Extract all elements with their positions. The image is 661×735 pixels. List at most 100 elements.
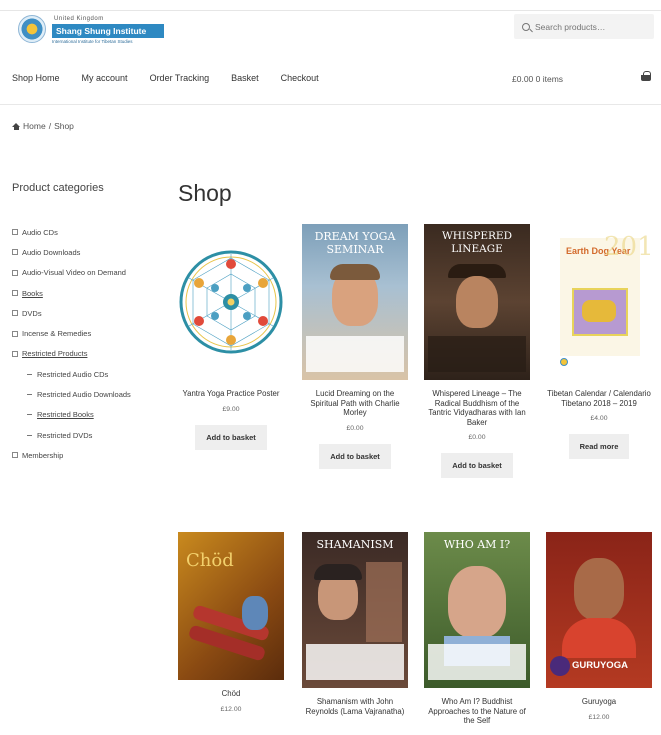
checkbox-icon[interactable] (12, 350, 18, 357)
breadcrumb: Home / Shop (12, 121, 74, 131)
checkbox-icon[interactable] (12, 269, 18, 276)
background-figure (366, 562, 402, 642)
cover-caption-band (306, 644, 404, 680)
search-box[interactable] (514, 14, 654, 39)
product-price: £12.00 (588, 713, 610, 721)
category-restricted-products[interactable]: Restricted Products (12, 344, 131, 364)
breadcrumb-current: Shop (54, 121, 74, 131)
nav-checkout[interactable]: Checkout (281, 73, 319, 83)
primary-navigation: Shop Home My account Order Tracking Bask… (12, 73, 341, 83)
category-books[interactable]: Books (12, 283, 131, 303)
logo-subtitle: United Kingdom (54, 16, 104, 22)
basket-total[interactable]: £0.00 0 items (512, 74, 563, 84)
checkbox-icon[interactable] (12, 249, 18, 256)
checkbox-icon[interactable] (12, 310, 18, 317)
search-input[interactable] (535, 21, 645, 32)
product-title[interactable]: Lucid Dreaming on the Spiritual Path wit… (302, 389, 408, 418)
search-icon (522, 22, 530, 31)
product-title[interactable]: Tibetan Calendar / Calendario Tibetano 2… (546, 389, 652, 408)
logo-title: Shang Shung Institute (52, 24, 164, 38)
add-to-basket-button[interactable]: Add to basket (441, 453, 513, 479)
cover-title: Chöd (186, 550, 234, 571)
category-restricted-dvds[interactable]: Restricted DVDs (12, 425, 131, 445)
product-image-shamanism[interactable]: SHAMANISM (302, 532, 408, 688)
portrait-face (456, 276, 498, 328)
product-title[interactable]: Guruyoga (546, 697, 652, 707)
checkbox-icon[interactable] (12, 452, 18, 459)
product-image-chod[interactable]: Chöd (178, 532, 284, 680)
product-title[interactable]: Yantra Yoga Practice Poster (178, 389, 284, 399)
breadcrumb-separator: / (48, 121, 52, 131)
category-restricted-books[interactable]: Restricted Books (12, 405, 131, 425)
page-title: Shop (178, 180, 232, 206)
nav-shop-home[interactable]: Shop Home (12, 73, 60, 83)
product-card: GURUYOGA Guruyoga £12.00 (546, 532, 652, 721)
portrait-face (448, 566, 506, 638)
product-image-tibetan-calendar[interactable]: Earth Dog Year 2018 (546, 224, 652, 380)
category-dvds[interactable]: DVDs (12, 303, 131, 323)
cover-title: WHO AM I? (443, 538, 511, 551)
site-logo[interactable]: United Kingdom Shang Shung Institute Int… (12, 14, 164, 48)
product-image-mandala[interactable] (178, 224, 284, 380)
portrait-hair (330, 264, 380, 280)
basket-icon[interactable] (641, 71, 651, 82)
subcategory-dash-icon (27, 414, 32, 416)
add-to-basket-button[interactable]: Add to basket (319, 443, 391, 469)
category-membership[interactable]: Membership (12, 445, 131, 465)
product-title[interactable]: Chöd (178, 689, 284, 699)
checkbox-icon[interactable] (12, 330, 18, 337)
portrait-hat (314, 564, 362, 580)
nav-basket[interactable]: Basket (231, 73, 259, 83)
calendar-dog-figure (582, 300, 616, 322)
home-icon[interactable] (12, 122, 20, 130)
product-image-who-am-i[interactable]: WHO AM I? (424, 532, 530, 688)
nav-my-account[interactable]: My account (82, 73, 128, 83)
product-image-dream-yoga[interactable]: DREAM YOGA SEMINAR (302, 224, 408, 380)
logo-tagline: International Institute for Tibetan Stud… (52, 39, 133, 44)
category-restricted-audio-downloads[interactable]: Restricted Audio Downloads (12, 384, 131, 404)
breadcrumb-home[interactable]: Home (23, 121, 46, 131)
checkbox-icon[interactable] (12, 290, 18, 297)
logo-emblem-icon (18, 15, 46, 43)
cover-title: DREAM YOGA SEMINAR (314, 230, 396, 256)
product-card: WHISPERED LINEAGE Whispered Lineage – Th… (424, 224, 530, 479)
calendar-year-watermark: 2018 (604, 232, 652, 262)
category-incense-remedies[interactable]: Incense & Remedies (12, 323, 131, 343)
nav-order-tracking[interactable]: Order Tracking (150, 73, 210, 83)
read-more-button[interactable]: Read more (568, 434, 630, 460)
portrait-robe (562, 618, 636, 658)
product-title[interactable]: Shamanism with John Reynolds (Lama Vajra… (302, 697, 408, 716)
product-card: Chöd Chöd £12.00 (178, 532, 284, 713)
cover-title: WHISPERED LINEAGE (441, 230, 512, 255)
cover-title: GURUYOGA (572, 660, 628, 671)
category-audio-cds[interactable]: Audio CDs (12, 222, 131, 242)
cover-caption-band (306, 336, 404, 372)
portrait-face (574, 558, 624, 620)
product-card: SHAMANISM Shamanism with John Reynolds (… (302, 532, 408, 716)
category-audio-downloads[interactable]: Audio Downloads (12, 242, 131, 262)
add-to-basket-button[interactable]: Add to basket (195, 424, 267, 450)
product-image-guruyoga[interactable]: GURUYOGA (546, 532, 652, 688)
cover-title: SHAMANISM (316, 538, 394, 551)
product-title[interactable]: Whispered Lineage – The Radical Buddhism… (424, 389, 530, 427)
ritual-object-blue (242, 596, 268, 630)
product-price: £9.00 (222, 405, 240, 413)
product-price: £12.00 (220, 705, 242, 713)
category-video-on-demand[interactable]: Audio-Visual Video on Demand (12, 263, 131, 283)
product-price: £0.00 (346, 424, 364, 432)
category-restricted-audio-cds[interactable]: Restricted Audio CDs (12, 364, 131, 384)
product-title[interactable]: Who Am I? Buddhist Approaches to the Nat… (424, 697, 530, 726)
checkbox-icon[interactable] (12, 229, 18, 236)
category-list: Audio CDs Audio Downloads Audio-Visual V… (12, 222, 131, 466)
subcategory-dash-icon (27, 373, 32, 375)
publisher-logo-icon (560, 358, 568, 366)
product-price: £0.00 (468, 434, 486, 442)
product-card: Earth Dog Year 2018 Tibetan Calendar / C… (546, 224, 652, 460)
product-image-whispered-lineage[interactable]: WHISPERED LINEAGE (424, 224, 530, 380)
sidebar-title: Product categories (12, 182, 104, 194)
product-card: Yantra Yoga Practice Poster £9.00 Add to… (178, 224, 284, 450)
top-divider (0, 10, 661, 11)
subcategory-dash-icon (27, 434, 32, 436)
product-card: WHO AM I? Who Am I? Buddhist Approaches … (424, 532, 530, 726)
header-divider (0, 104, 661, 105)
